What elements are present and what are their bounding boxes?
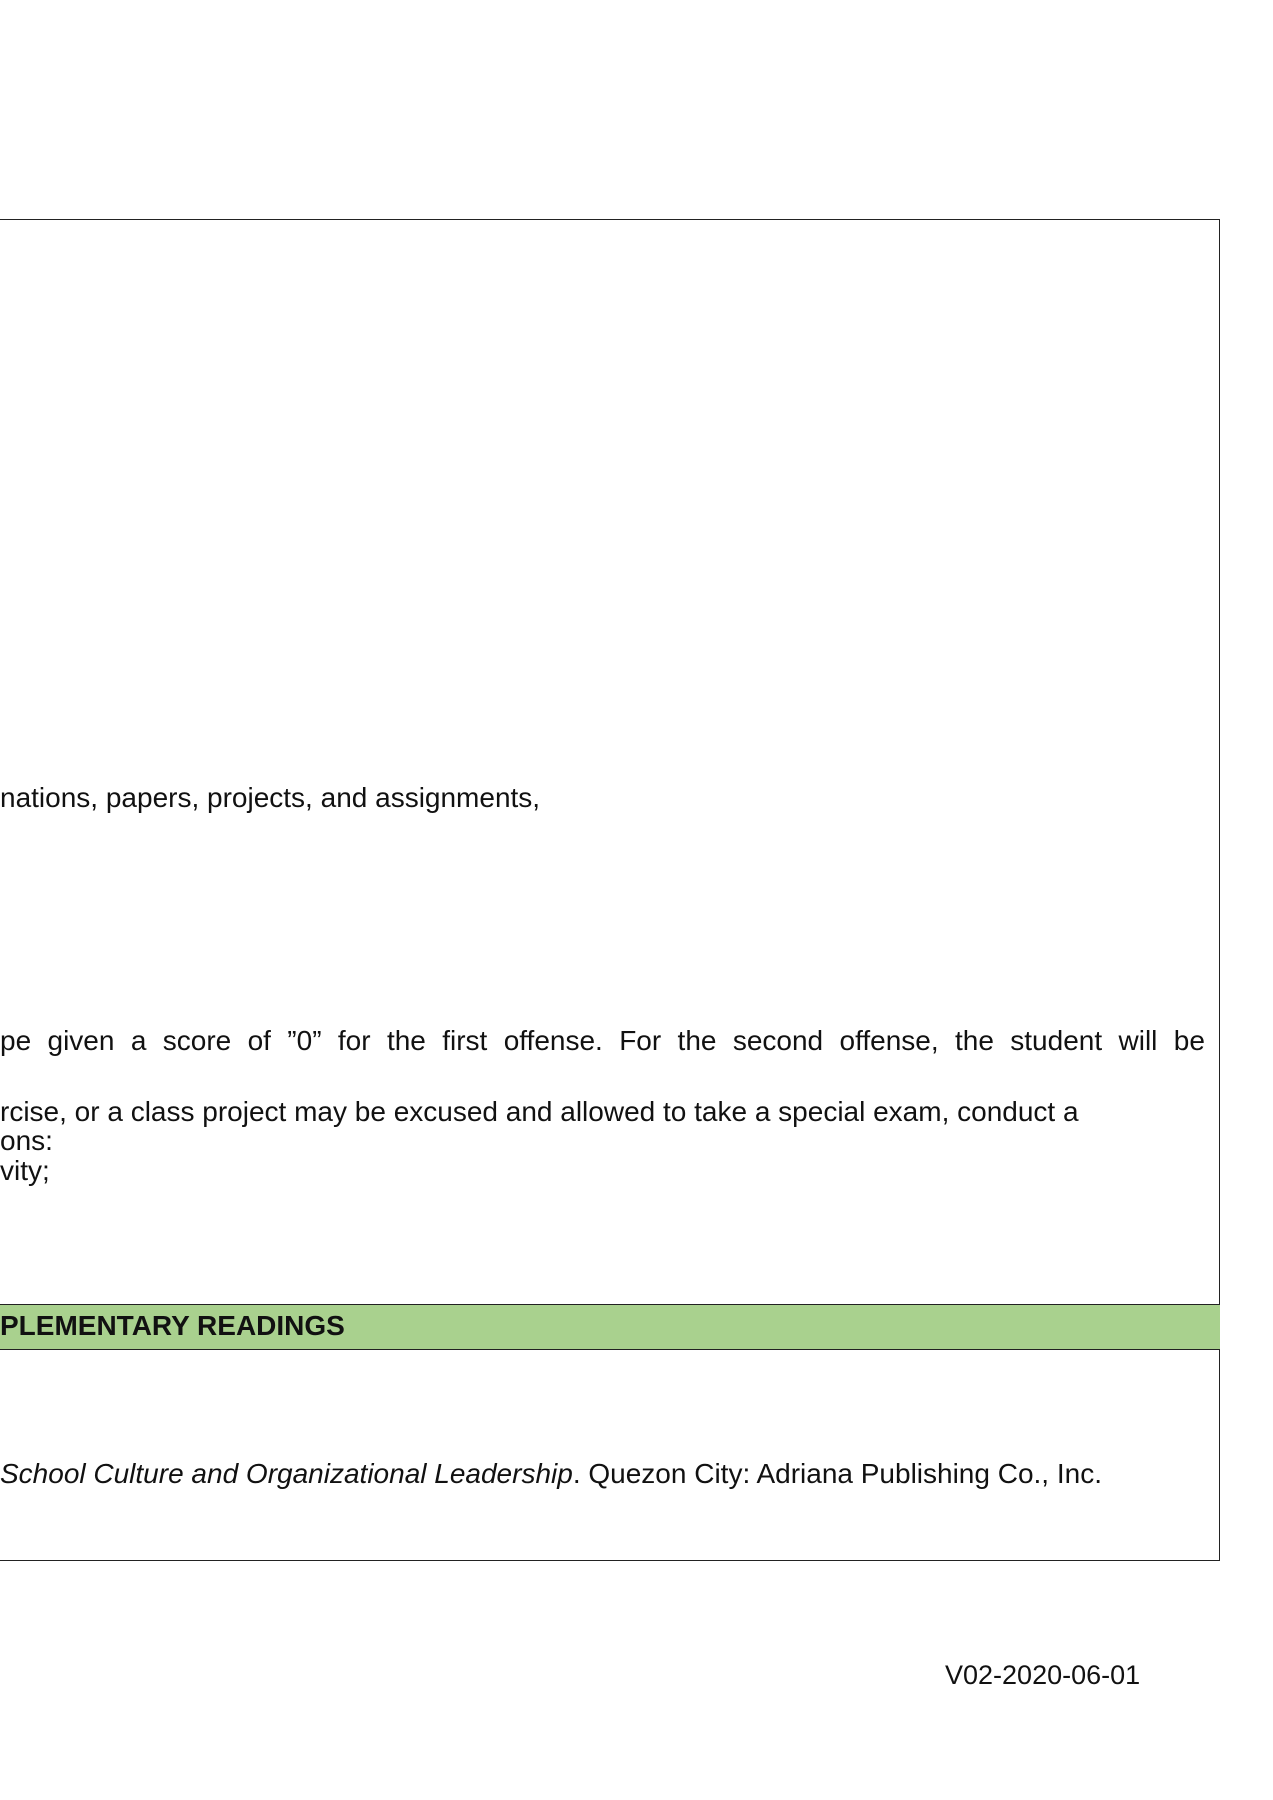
policy-line-2-word: offense, [839,1025,939,1056]
policy-line-2: pe given a score of ”0” for the first offense. For… [0,1025,1205,1057]
policy-line-2-word: be [1173,1025,1205,1056]
policy-line-3: rcise, or a class project may be excused… [0,1096,1079,1127]
policy-line-2-word: second [732,1025,824,1056]
section-title: PLEMENTARY READINGS [0,1310,345,1341]
policy-line-2-word: the [677,1025,717,1056]
version-code: V02-2020-06-01 [945,1660,1141,1690]
policy-line-2-word: pe [0,1025,32,1056]
policy-line-5: vity; [0,1155,50,1186]
policy-line-2-word: will [1118,1025,1158,1056]
policy-line-2-word: score [162,1025,232,1056]
policy-line-2-word: a [130,1025,147,1056]
policy-line-2-word: For [619,1025,662,1056]
policy-line-4: ons: [0,1125,53,1156]
policy-line-2-word: offense. [503,1025,603,1056]
reference-entry: School Culture and Organizational Leader… [0,1458,1102,1490]
policy-line-2-word: ”0” [287,1025,322,1056]
content-frame [0,219,1220,1561]
reference-publisher: . Quezon City: Adriana Publishing Co., I… [572,1458,1102,1489]
policy-line-2-word: student [1010,1025,1103,1056]
policy-line-2-word: first [442,1025,488,1056]
policy-line-2-word: the [954,1025,994,1056]
policy-line-2-word: of [247,1025,271,1056]
policy-line-1: nations, papers, projects, and assignmen… [0,782,541,813]
policy-line-2-word: given [47,1025,115,1056]
policy-line-2-word: for [337,1025,371,1056]
reference-title: School Culture and Organizational Leader… [0,1458,573,1489]
policy-line-2-word: the [386,1025,426,1056]
